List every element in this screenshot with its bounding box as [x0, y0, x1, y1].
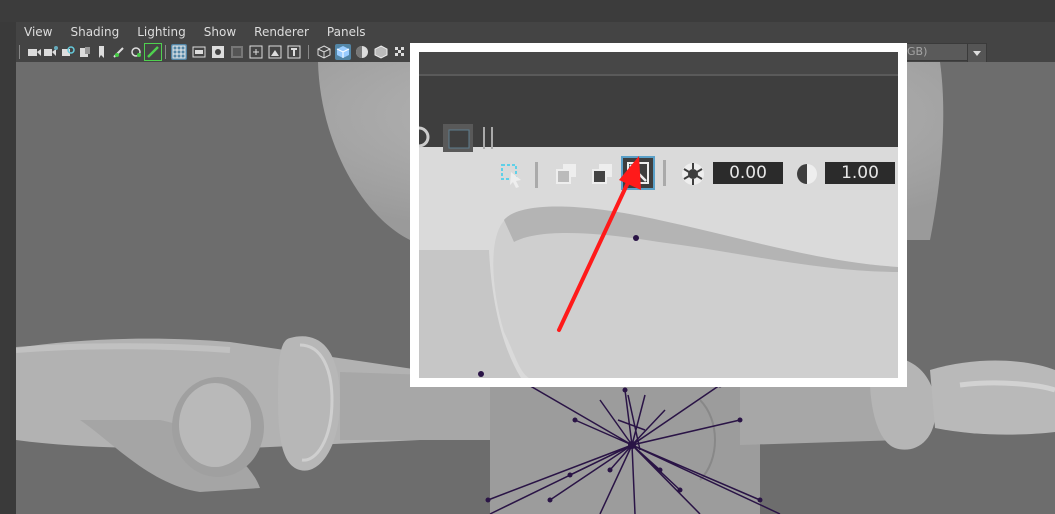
menu-renderer[interactable]: Renderer [245, 22, 318, 42]
safe-title-icon[interactable] [286, 44, 302, 60]
pan-icon[interactable] [128, 44, 144, 60]
menu-show[interactable]: Show [195, 22, 245, 42]
film-gate-icon[interactable] [191, 44, 207, 60]
wireframe-icon[interactable] [316, 44, 332, 60]
pencil-icon[interactable] [144, 43, 162, 61]
wireframe-on-shaded-icon[interactable] [373, 44, 389, 60]
grid-icon[interactable] [171, 44, 187, 60]
title-bar [0, 0, 1055, 23]
bookmark-icon[interactable] [60, 44, 76, 60]
use-default-material-icon[interactable] [354, 44, 370, 60]
2d-pan-zoom-icon[interactable] [94, 44, 110, 60]
menu-panels[interactable]: Panels [318, 22, 375, 42]
safe-action-icon[interactable] [267, 44, 283, 60]
toolbar-separator [19, 45, 20, 59]
colorspace-dropdown[interactable]: GB) [900, 43, 968, 61]
chevron-down-icon[interactable] [967, 43, 987, 63]
zoom-callout-frame: 0.00 1.00 [410, 43, 907, 387]
image-plane-icon[interactable] [77, 44, 93, 60]
left-side-strip [0, 22, 17, 514]
grease-pencil-icon[interactable] [111, 44, 127, 60]
camera-select-icon[interactable] [26, 44, 42, 60]
red-annotation-arrow [557, 156, 641, 332]
menu-view[interactable]: View [16, 22, 61, 42]
gate-mask-icon[interactable] [229, 44, 245, 60]
resolution-gate-icon[interactable] [210, 44, 226, 60]
camera-attributes-icon[interactable] [43, 44, 59, 60]
field-chart-icon[interactable] [248, 44, 264, 60]
toolbar-separator [308, 45, 309, 59]
toolbar-separator [165, 45, 166, 59]
menu-lighting[interactable]: Lighting [128, 22, 195, 42]
panel-menu-bar: View Shading Lighting Show Renderer Pane… [16, 22, 1055, 42]
smooth-shade-icon[interactable] [335, 44, 351, 60]
zoom-callout-content: 0.00 1.00 [419, 52, 898, 378]
menu-shading[interactable]: Shading [61, 22, 128, 42]
xray-icon[interactable] [392, 44, 408, 60]
